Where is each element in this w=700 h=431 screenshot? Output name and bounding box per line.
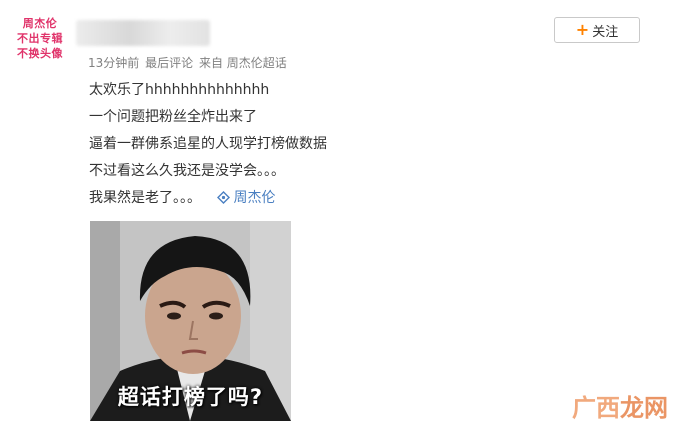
post-time[interactable]: 13分钟前 (88, 56, 139, 70)
image-caption: 超话打榜了吗? (117, 385, 264, 409)
avatar[interactable]: 周杰伦 不出专辑 不换头像 (12, 16, 68, 74)
avatar-line-2: 不出专辑 (17, 32, 63, 45)
post-line-5-text: 我果然是老了。。。 (89, 190, 201, 206)
post-meta: 13分钟前 最后评论 来自 周杰伦超话 (88, 54, 289, 71)
topic-link-label: 周杰伦 (233, 190, 276, 206)
follow-label: 关注 (592, 24, 619, 40)
post-line-5: 我果然是老了。。。 周杰伦 (89, 188, 327, 215)
last-comment-link[interactable]: 最后评论 (145, 56, 193, 70)
watermark-logo: 广西 龙网 (572, 388, 668, 423)
username-blurred[interactable] (76, 20, 210, 46)
avatar-line-1: 周杰伦 (22, 17, 58, 30)
post-line-2: 一个问题把粉丝全炸出来了 (89, 109, 257, 125)
follow-button[interactable]: + 关注 (554, 17, 640, 43)
plus-icon: + (575, 20, 590, 39)
topic-link[interactable]: 周杰伦 (217, 190, 275, 206)
watermark-part-2: 龙网 (620, 394, 668, 422)
avatar-line-3: 不换头像 (17, 47, 63, 60)
post-line-3: 逼着一群佛系追星的人现学打榜做数据 (89, 136, 327, 152)
post-line-1: 太欢乐了hhhhhhhhhhhhhh (89, 82, 270, 98)
post-body: 太欢乐了hhhhhhhhhhhhhh 一个问题把粉丝全炸出来了 逼着一群佛系追星… (89, 80, 327, 215)
post-line-4: 不过看这么久我还是没学会。。。 (89, 163, 285, 179)
watermark-part-1: 广西 (572, 394, 620, 422)
post-image[interactable]: 超话打榜了吗? (90, 221, 291, 421)
topic-diamond-icon (217, 191, 231, 204)
post-source[interactable]: 来自 周杰伦超话 (199, 56, 287, 70)
